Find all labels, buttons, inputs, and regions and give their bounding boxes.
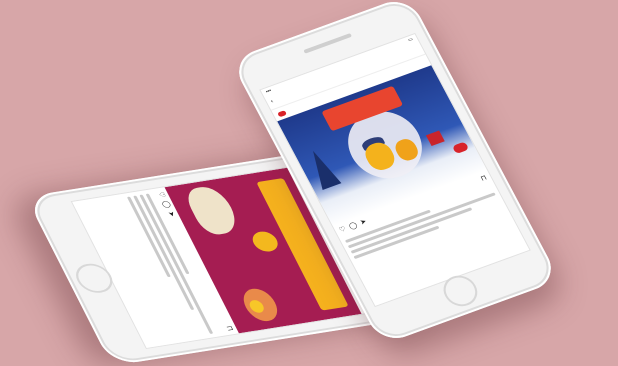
heart-icon[interactable]: ♡ (155, 191, 166, 198)
comment-icon[interactable]: ◯ (348, 222, 359, 232)
bookmark-icon[interactable]: ⊓ (223, 325, 234, 331)
mockup-scene: ▪▪▪ ▭ ‹ ♡ ◯ ➤ ⊓ (0, 0, 618, 366)
tree-image (303, 147, 342, 190)
comment-icon[interactable]: ◯ (160, 200, 172, 208)
heart-icon[interactable]: ♡ (338, 226, 348, 235)
gift-image (425, 130, 445, 147)
popcorn-bowl-image (181, 184, 243, 237)
back-arrow-icon[interactable]: ‹ (270, 99, 275, 105)
brand-logo-icon (276, 109, 287, 117)
send-icon[interactable]: ➤ (165, 211, 176, 218)
mascot-image (248, 229, 282, 254)
send-icon[interactable]: ➤ (359, 218, 368, 227)
brand-logo-icon (451, 141, 470, 155)
bookmark-icon[interactable]: ⊓ (480, 175, 489, 184)
phone-speaker (303, 33, 353, 54)
